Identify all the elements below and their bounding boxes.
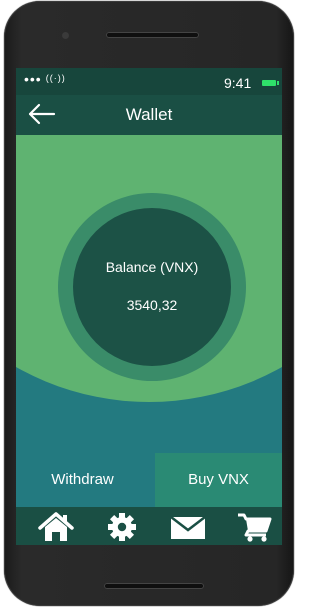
header-bar: Wallet: [16, 95, 282, 135]
cart-icon: [238, 513, 272, 542]
buy-vnx-button[interactable]: Buy VNX: [155, 453, 282, 507]
signal-dots: •••: [24, 71, 42, 88]
balance-value: 3540,32: [126, 297, 178, 313]
mail-icon: [170, 516, 206, 539]
tab-settings[interactable]: [102, 511, 142, 543]
page-title: Wallet: [125, 105, 173, 124]
front-camera: [62, 32, 69, 39]
withdraw-button[interactable]: Withdraw: [16, 453, 149, 507]
home-icon: [38, 512, 74, 541]
status-time: 9:41: [224, 75, 252, 91]
status-bar: ••• ((·)) 9:41: [16, 68, 282, 95]
balance-circle: [73, 208, 231, 366]
bottom-speaker: [104, 583, 204, 589]
bottom-tab-bar: [16, 507, 282, 545]
battery-icon: [262, 80, 279, 86]
balance-panel: Balance (VNX) 3540,32 Withdraw Buy VNX: [16, 135, 282, 507]
signal-indicator: ••• ((·)): [24, 71, 66, 88]
wifi-icon: ((·)): [45, 73, 66, 83]
top-speaker: [106, 32, 199, 38]
balance-label: Balance (VNX): [105, 259, 199, 275]
app-screen: ••• ((·)) 9:41 Wallet Balance (VNX) 3540…: [16, 68, 282, 545]
phone-frame: ••• ((·)) 9:41 Wallet Balance (VNX) 3540…: [4, 1, 294, 606]
tab-home[interactable]: [36, 511, 76, 543]
gear-icon: [108, 513, 136, 541]
tab-messages[interactable]: [168, 511, 208, 543]
tab-cart[interactable]: [234, 511, 274, 543]
